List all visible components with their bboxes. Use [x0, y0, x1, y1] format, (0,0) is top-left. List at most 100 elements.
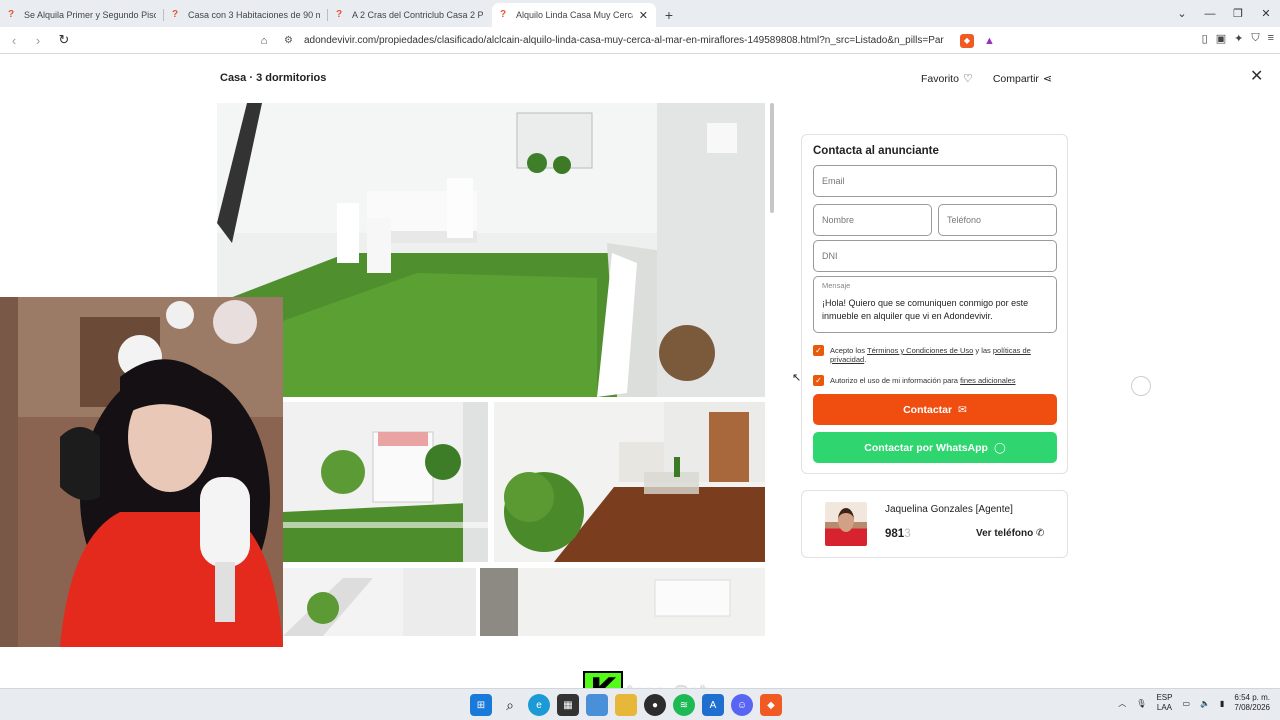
message-field[interactable]: Mensaje ¡Hola! Quiero que se comuniquen …	[813, 276, 1057, 333]
view-phone-button[interactable]: Ver teléfono ✆	[976, 528, 1044, 539]
brave-icon[interactable]: ◆	[760, 694, 782, 716]
terms-link[interactable]: Términos y Condiciones de Uso	[867, 346, 973, 355]
favorite-button[interactable]: Favorito ♡	[921, 72, 973, 85]
search-icon[interactable]: ⌕	[499, 694, 521, 716]
microphone-icon[interactable]: 🎙	[1136, 699, 1146, 708]
close-modal-icon[interactable]: ✕	[1250, 66, 1263, 86]
terms-checkbox[interactable]: ✓	[813, 345, 824, 356]
garden-photo[interactable]	[283, 402, 488, 562]
gallery-scrollbar[interactable]	[770, 103, 774, 213]
dni-field[interactable]: DNI	[813, 240, 1057, 272]
agent-name: Jaquelina Gonzales [Agente]	[885, 504, 1013, 515]
tab-search-icon[interactable]: ⌄	[1168, 0, 1196, 27]
consent-text: Autorizo el uso de mi información para f…	[830, 376, 1016, 385]
heart-icon: ♡	[962, 73, 973, 85]
sidebar-icon[interactable]: ▯	[1202, 32, 1208, 45]
living-room-photo[interactable]	[494, 402, 765, 562]
loading-spinner-icon	[1131, 376, 1151, 396]
rewards-icon[interactable]: ▲	[984, 35, 995, 47]
agent-card: Jaquelina Gonzales [Agente] 9813 Ver tel…	[801, 490, 1068, 558]
volume-icon[interactable]: 🔈	[1200, 699, 1210, 708]
listing-title: Casa · 3 dormitorios	[220, 72, 327, 84]
language-indicator[interactable]: ESP LAA	[1156, 693, 1172, 713]
address-bar[interactable]: ⌂ ⚙ adondevivir.com/propiedades/clasific…	[256, 30, 1002, 51]
webcam-overlay	[0, 297, 283, 647]
browser-tab-3[interactable]: ? A 2 Cras del Contriclub Casa 2 Pisos	[328, 3, 492, 27]
battery-icon[interactable]: ▮	[1220, 699, 1224, 708]
interior-photo[interactable]	[480, 568, 765, 636]
terms-consent: ✓ Acepto los Términos y Condiciones de U…	[813, 345, 1057, 364]
clock[interactable]: 6:54 p. m. 7/08/2026	[1234, 693, 1270, 713]
minimize-icon[interactable]: —	[1196, 0, 1224, 27]
contact-button[interactable]: Contactar ✉	[813, 394, 1057, 425]
phone-icon: ✆	[1036, 528, 1045, 539]
tab-title: A 2 Cras del Contriclub Casa 2 Pisos	[352, 10, 484, 20]
discord-icon[interactable]: ☺	[731, 694, 753, 716]
mail-icon: ✉	[958, 403, 967, 416]
forward-icon[interactable]: ›	[28, 33, 48, 48]
windows-taskbar: ⊞ ⌕ e ▦ ● ≋ A ☺ ◆ ︿ 🎙 ESP LAA ▭ 🔈 ▮ 6:54 …	[0, 688, 1280, 720]
agent-avatar	[825, 502, 867, 546]
site-favicon-icon: ?	[172, 9, 179, 20]
browser-tab-active[interactable]: ? Alquilo Linda Casa Muy Cerca Al ✕	[492, 3, 656, 27]
main-photo[interactable]	[217, 103, 765, 397]
browser-tab-2[interactable]: ? Casa con 3 Habitaciones de 90 m² en	[164, 3, 328, 27]
additional-purposes-link[interactable]: fines adicionales	[960, 376, 1015, 385]
site-favicon-icon: ?	[500, 9, 507, 20]
agent-phone-partial: 9813	[885, 528, 911, 540]
back-icon[interactable]: ‹	[4, 33, 24, 48]
wallet-icon[interactable]: ▣	[1216, 32, 1226, 45]
close-tab-icon[interactable]: ✕	[639, 9, 648, 22]
contact-heading: Contacta al anunciante	[813, 145, 939, 157]
site-favicon-icon: ?	[336, 9, 343, 20]
share-label: Compartir	[992, 73, 1039, 85]
start-icon[interactable]: ⊞	[470, 694, 492, 716]
photoshop-icon[interactable]: A	[702, 694, 724, 716]
share-button[interactable]: Compartir ⋖	[993, 72, 1052, 85]
data-consent: ✓ Autorizo el uso de mi información para…	[813, 375, 1057, 386]
photo-gallery	[217, 103, 765, 636]
tray-overflow-icon[interactable]: ︿	[1118, 698, 1126, 709]
obs-icon[interactable]: ●	[644, 694, 666, 716]
browser-tab-1[interactable]: ? Se Alquila Primer y Segundo Piso de	[0, 3, 164, 27]
site-info-icon[interactable]: ⚙	[284, 35, 300, 46]
favorite-label: Favorito	[921, 73, 959, 85]
leo-ai-icon[interactable]: ✦	[1234, 32, 1243, 45]
share-icon: ⋖	[1042, 73, 1053, 85]
tab-title: Se Alquila Primer y Segundo Piso de	[24, 10, 156, 20]
terms-text: Acepto los Términos y Condiciones de Uso…	[830, 346, 1031, 364]
contact-button-label: Contactar	[903, 403, 953, 416]
url-text[interactable]: adondevivir.com/propiedades/clasificado/…	[304, 35, 944, 46]
email-field[interactable]: Email	[813, 165, 1057, 197]
site-favicon-icon: ?	[8, 9, 15, 20]
new-tab-button[interactable]: +	[656, 3, 682, 27]
folder-icon[interactable]	[615, 694, 637, 716]
message-label: Mensaje	[822, 281, 851, 290]
restore-icon[interactable]: ❐	[1224, 0, 1252, 27]
network-icon[interactable]: ▭	[1182, 699, 1190, 708]
spotify-icon[interactable]: ≋	[673, 694, 695, 716]
name-field[interactable]: Nombre	[813, 204, 932, 236]
tab-strip: ? Se Alquila Primer y Segundo Piso de ? …	[0, 0, 1280, 27]
tab-title: Alquilo Linda Casa Muy Cerca Al	[516, 10, 633, 20]
whatsapp-icon: ◯	[993, 441, 1006, 454]
menu-icon[interactable]: ≡	[1268, 32, 1274, 45]
tab-title: Casa con 3 Habitaciones de 90 m² en	[188, 10, 320, 20]
vpn-icon[interactable]: ⛉	[1251, 32, 1259, 45]
close-window-icon[interactable]: ✕	[1252, 0, 1280, 27]
whatsapp-button-label: Contactar por WhatsApp	[864, 441, 988, 454]
browser-toolbar: ‹ › ↻ ⌂ ⚙ adondevivir.com/propiedades/cl…	[0, 27, 1280, 54]
phone-field[interactable]: Teléfono	[938, 204, 1057, 236]
app-icon[interactable]	[586, 694, 608, 716]
reload-icon[interactable]: ↻	[54, 32, 74, 48]
whatsapp-button[interactable]: Contactar por WhatsApp ◯	[813, 432, 1057, 463]
mouse-cursor-icon: ↖	[792, 372, 802, 384]
store-icon[interactable]: ▦	[557, 694, 579, 716]
consent-checkbox[interactable]: ✓	[813, 375, 824, 386]
bookmark-icon[interactable]: ⌂	[256, 35, 272, 47]
stairs-photo[interactable]	[283, 568, 476, 636]
contact-card: Contacta al anunciante Email Nombre Telé…	[801, 134, 1068, 474]
brave-shield-icon[interactable]: ◆	[960, 33, 974, 48]
message-text[interactable]: ¡Hola! Quiero que se comuniquen conmigo …	[822, 297, 1048, 323]
edge-icon[interactable]: e	[528, 694, 550, 716]
